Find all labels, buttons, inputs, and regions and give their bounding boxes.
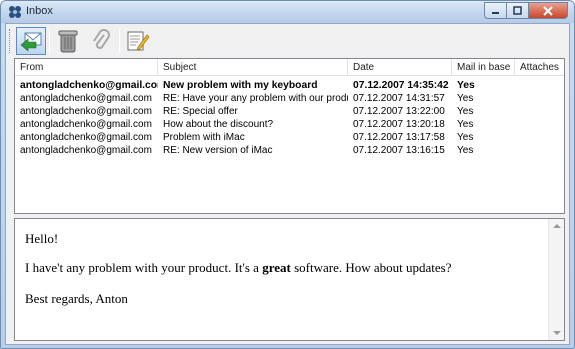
table-row[interactable]: antongladchenko@gmail.com New problem wit… [15, 79, 564, 92]
preview-body-text-end: software. How about updates? [290, 260, 452, 275]
preview-greeting: Hello! [25, 231, 59, 246]
table-row[interactable]: antongladchenko@gmail.com RE: New version… [15, 144, 564, 157]
cell-mail-in-base: Yes [457, 106, 474, 117]
cell-subject: New problem with my keyboard [163, 80, 318, 91]
toolbar-separator [119, 29, 120, 53]
maximize-button[interactable] [506, 2, 528, 19]
table-row[interactable]: antongladchenko@gmail.com Problem with iM… [15, 131, 564, 144]
column-header-date[interactable]: Date [348, 59, 452, 76]
window-title: Inbox [26, 5, 53, 17]
cell-mail-in-base: Yes [457, 145, 474, 156]
preview-body: I have't any problem with your product. … [25, 260, 451, 276]
scroll-down-icon[interactable] [553, 331, 561, 335]
column-header-subject[interactable]: Subject [158, 59, 348, 76]
paperclip-icon [93, 29, 110, 49]
toolbar-grip[interactable] [9, 29, 12, 53]
cell-subject: RE: Special offer [163, 106, 238, 117]
cell-attaches [515, 92, 564, 105]
cell-from: antongladchenko@gmail.com [20, 132, 152, 143]
cell-date: 07.12.2007 13:22:00 [353, 106, 445, 117]
cell-subject: RE: Have your any problem with our produ… [163, 93, 348, 104]
cell-attaches [515, 105, 564, 118]
toolbar-separator [49, 29, 50, 53]
cell-from: antongladchenko@gmail.com [20, 106, 152, 117]
cell-from: antongladchenko@gmail.com [20, 93, 152, 104]
compose-button[interactable] [123, 27, 153, 55]
app-window: Inbox From Subject Date Mail in base Att… [0, 0, 575, 349]
minimize-icon [492, 12, 499, 14]
minimize-button[interactable] [484, 2, 506, 19]
list-header: From Subject Date Mail in base Attaches [15, 59, 564, 76]
cell-attaches [515, 118, 564, 131]
table-row[interactable]: antongladchenko@gmail.com RE: Special off… [15, 105, 564, 118]
scroll-up-icon[interactable] [553, 224, 561, 228]
cell-mail-in-base: Yes [457, 80, 475, 91]
cell-mail-in-base: Yes [457, 93, 474, 104]
app-logo-icon [9, 6, 21, 18]
cell-attaches [515, 131, 564, 144]
cell-mail-in-base: Yes [457, 132, 474, 143]
cell-date: 07.12.2007 13:20:18 [353, 119, 445, 130]
preview-body-text: I have't any problem with your product. … [25, 260, 263, 275]
column-header-from[interactable]: From [15, 59, 158, 76]
cell-from: antongladchenko@gmail.com [20, 119, 152, 130]
column-header-attaches[interactable]: Attaches [515, 59, 564, 76]
table-row[interactable]: antongladchenko@gmail.com RE: Have your a… [15, 92, 564, 105]
cell-attaches [515, 79, 564, 92]
cell-date: 07.12.2007 13:16:15 [353, 145, 445, 156]
close-icon [543, 5, 553, 16]
toolbar [9, 26, 156, 56]
cell-subject: Problem with iMac [163, 132, 245, 143]
message-list[interactable]: From Subject Date Mail in base Attaches … [14, 58, 565, 214]
cell-subject: RE: New version of iMac [163, 145, 273, 156]
preview-scrollbar[interactable] [548, 219, 564, 340]
cell-date: 07.12.2007 13:17:58 [353, 132, 445, 143]
delete-button[interactable] [53, 27, 83, 55]
table-row[interactable]: antongladchenko@gmail.com How about the d… [15, 118, 564, 131]
cell-date: 07.12.2007 14:35:42 [353, 80, 449, 91]
cell-attaches [515, 144, 564, 157]
column-header-mail-in-base[interactable]: Mail in base [452, 59, 515, 76]
reply-icon [20, 32, 42, 52]
attach-button[interactable] [86, 27, 116, 55]
cell-date: 07.12.2007 14:31:57 [353, 93, 445, 104]
title-bar[interactable]: Inbox [1, 1, 574, 23]
close-button[interactable] [528, 2, 568, 19]
window-controls [484, 2, 568, 19]
cell-subject: How about the discount? [163, 119, 274, 130]
preview-signature: Best regards, Anton [25, 291, 128, 306]
preview-body-bold: great [262, 260, 291, 275]
client-area: From Subject Date Mail in base Attaches … [5, 23, 570, 345]
message-preview[interactable]: Hello! I have't any problem with your pr… [14, 218, 565, 341]
cell-mail-in-base: Yes [457, 119, 474, 130]
cell-from: antongladchenko@gmail.com [20, 145, 152, 156]
trash-icon [58, 30, 78, 53]
reply-button[interactable] [16, 27, 46, 55]
cell-from: antongladchenko@gmail.com [20, 80, 158, 91]
maximize-icon [513, 6, 522, 15]
compose-icon [127, 31, 150, 51]
